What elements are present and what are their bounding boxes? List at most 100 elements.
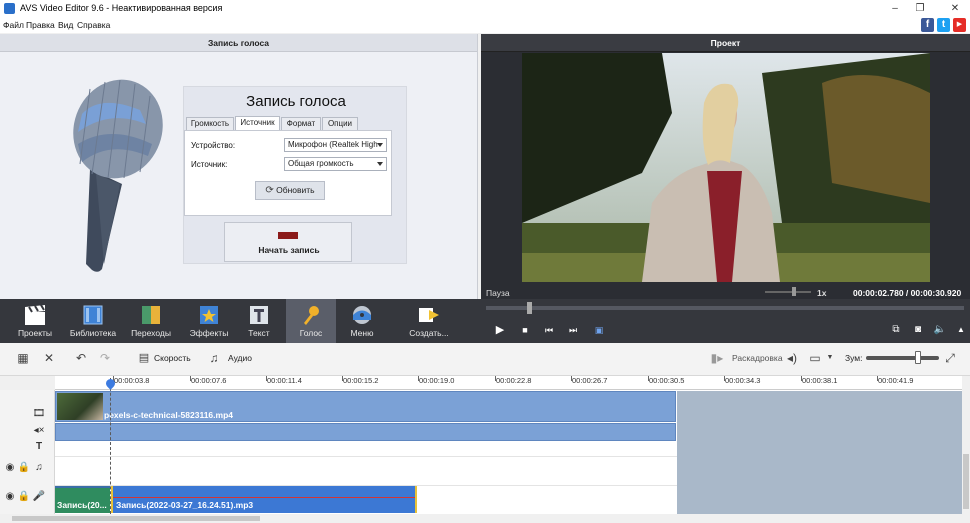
video-clip[interactable]: pexels-c-technical-5823116.mp4 [55,391,676,422]
tab-format[interactable]: Формат [281,117,321,130]
voice-track-icon: 🎤 [32,491,46,502]
audio-note-icon[interactable]: ♫ [207,351,221,365]
tool-label: Переходы [131,328,171,338]
fit-zoom-icon[interactable]: ⤢ [943,351,957,365]
source-tab-body: Устройство: Микрофон (Realtek High Источ… [184,130,392,216]
video-clip-thumbnail [57,393,103,420]
tool-voice[interactable]: Голос [286,299,336,343]
audio-clip-earlier[interactable]: Запись(20... [55,486,110,513]
create-arrow-icon [419,308,439,322]
audio-button[interactable]: Аудио [228,353,252,363]
zoom-slider[interactable] [866,356,939,360]
playback-status: Пауза [486,288,510,298]
tab-volume[interactable]: Громкость [186,117,234,130]
tool-text[interactable]: Текст [230,299,288,343]
ruler-tick: 00:00:41.9 [876,376,914,385]
facebook-icon[interactable]: f [921,18,934,32]
tool-label: Текст [248,328,270,338]
chevron-up-icon[interactable]: ▲ [953,323,969,337]
ruler-tick: 00:00:22.8 [494,376,532,385]
tab-source[interactable]: Источник [235,116,280,130]
redo-icon[interactable]: ↷ [98,351,112,365]
project-panel-header: Проект [481,34,970,52]
volume-slider[interactable] [765,291,811,293]
ruler-tick: 00:00:19.0 [417,376,455,385]
disc-menu-icon [353,306,371,324]
tab-options[interactable]: Опции [322,117,358,130]
storyboard-icon[interactable]: ▮▸ [710,351,724,365]
source-select-value: Общая громкость [288,159,354,168]
mute-icon[interactable]: ◂× [32,425,46,437]
vertical-scrollbar-thumb[interactable] [963,454,969,509]
refresh-button[interactable]: ⟳ Обновить [255,181,325,200]
voice-record-title: Запись голоса [246,93,346,110]
chevron-down-icon [377,162,383,166]
video-preview[interactable] [522,53,930,282]
video-track-icon: 🎞 [32,408,46,419]
storyboard-button[interactable]: Раскадровка [732,353,783,363]
display-icon[interactable]: ▭ [808,351,822,365]
timeline-toolbar: ▦ ✕ ↶ ↷ ▤ Скорость ♫ Аудио ▮▸ Раскадровк… [0,343,970,376]
chevron-down-icon[interactable]: ▼ [823,351,837,365]
lock-icon[interactable]: 🔒 [17,491,31,503]
lock-icon[interactable]: 🔒 [17,462,31,474]
vertical-scrollbar[interactable] [962,376,970,514]
camera-icon[interactable]: ◙ [910,323,926,337]
stop-icon[interactable]: ■ [517,323,533,337]
ruler-tick: 00:00:34.3 [723,376,761,385]
music-track-icon: ♫ [35,462,43,473]
select-all-icon[interactable]: ▦ [16,351,30,365]
youtube-icon[interactable]: ▶ [953,18,966,32]
timeline-ruler[interactable]: 00:00:03.8 00:00:07.6 00:00:11.4 00:00:1… [55,376,970,390]
start-record-button[interactable]: Начать запись [224,222,352,262]
twitter-icon[interactable]: t [937,18,950,32]
time-display: 00:00:02.780 / 00:00:30.920 [853,288,962,298]
menu-edit[interactable]: Правка [26,20,55,30]
fullscreen-preview-icon[interactable]: ▣ [591,323,607,337]
tool-projects[interactable]: Проекты [6,299,64,343]
menu-help[interactable]: Справка [77,20,110,30]
play-icon[interactable]: ▶ [492,323,508,337]
ruler-tick: 00:00:11.4 [266,376,302,385]
tool-label: Создать... [409,328,449,338]
zoom-label: Зум: [845,353,863,363]
tool-menu[interactable]: Меню [333,299,391,343]
close-button[interactable]: ✕ [940,0,970,17]
horizontal-scrollbar[interactable] [0,514,970,523]
audio-wave-icon[interactable]: ◂) [785,351,799,365]
seek-bar-handle[interactable] [527,302,532,314]
tool-create[interactable]: Создать... [400,299,458,343]
visibility-eye-icon[interactable]: ◉ [3,491,17,503]
seek-bar[interactable] [486,306,964,310]
text-t-icon [250,306,268,324]
video-audio-clip[interactable] [55,423,676,441]
device-select[interactable]: Микрофон (Realtek High [284,138,387,152]
voice-audio-clip[interactable]: Запись(2022-03-27_16.24.51).mp3 [111,486,417,513]
tool-library[interactable]: Библиотека [64,299,122,343]
zoom-slider-handle[interactable] [915,351,921,364]
tool-transitions[interactable]: Переходы [122,299,180,343]
delete-icon[interactable]: ✕ [42,351,56,365]
record-indicator-icon [278,232,298,239]
video-frame-image [522,53,930,282]
tool-label: Голос [299,328,323,338]
menu-file[interactable]: Файл [3,20,24,30]
speed-button[interactable]: Скорость [154,353,191,363]
undo-icon[interactable]: ↶ [74,351,88,365]
menu-view[interactable]: Вид [58,20,73,30]
speed-icon[interactable]: ▤ [137,351,151,365]
audio-clip-earlier-label: Запись(20... [57,500,107,510]
title-bar: AVS Video Editor 9.6 - Неактивированная … [0,0,970,17]
visibility-eye-icon[interactable]: ◉ [3,462,17,474]
source-select[interactable]: Общая громкость [284,157,387,171]
horizontal-scrollbar-thumb[interactable] [12,516,260,521]
timeline-empty-area[interactable] [677,391,970,514]
clapper-icon [25,304,45,325]
maximize-button[interactable]: ❐ [905,0,935,17]
volume-icon[interactable]: 🔈 [932,323,948,337]
snapshot-icon[interactable]: ⧉ [888,323,904,337]
previous-frame-icon[interactable]: ⏮ [541,323,557,337]
volume-slider-handle[interactable] [792,287,796,296]
next-frame-icon[interactable]: ⏭ [565,323,581,337]
playback-speed[interactable]: 1x [817,288,826,298]
